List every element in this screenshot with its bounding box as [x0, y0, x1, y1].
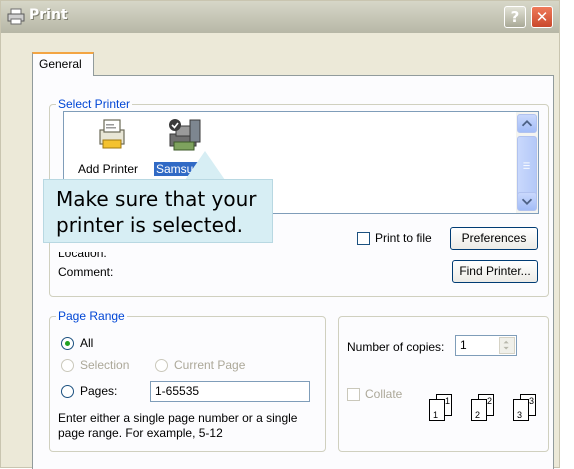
page-range-all-label[interactable]: All: [80, 336, 93, 350]
print-to-file-label[interactable]: Print to file: [375, 231, 432, 245]
spin-buttons[interactable]: [499, 337, 515, 354]
comment-label: Comment:: [58, 265, 114, 279]
callout-pointer: [185, 151, 225, 180]
page-range-title: Page Range: [56, 309, 127, 323]
page-range-selection-radio: [61, 359, 74, 372]
select-printer-title: Select Printer: [56, 97, 133, 111]
help-button[interactable]: ?: [504, 6, 526, 28]
tab-general[interactable]: General: [32, 52, 94, 76]
spin-arrows-icon: [503, 340, 509, 350]
collate-page-front-3: 3: [513, 399, 529, 421]
find-printer-button[interactable]: Find Printer...: [452, 260, 538, 283]
print-dialog: Print ? ✕ General Select Printer Add Pri…: [0, 0, 560, 469]
scroll-up-button[interactable]: [517, 114, 537, 133]
page-range-all-radio[interactable]: [61, 337, 74, 350]
copies-label: Number of copies:: [347, 340, 445, 354]
scroll-down-button[interactable]: [517, 192, 537, 211]
page-range-current-label: Current Page: [174, 358, 246, 372]
chevron-up-icon: [521, 119, 533, 127]
print-to-file-checkbox[interactable]: [357, 232, 370, 245]
copies-value: 1: [460, 338, 467, 352]
preferences-button[interactable]: Preferences: [450, 227, 538, 250]
collate-checkbox: [347, 388, 360, 401]
scroll-thumb[interactable]: [517, 136, 537, 197]
page-range-pages-label[interactable]: Pages:: [80, 384, 117, 398]
collate-label: Collate: [365, 387, 403, 401]
printer-item-add[interactable]: Add Printer: [72, 116, 152, 176]
grip-icon: [523, 162, 530, 169]
printer-item-label: Add Printer: [78, 162, 139, 176]
copies-group: [338, 316, 549, 452]
callout-line-2: printer is selected.: [56, 213, 243, 237]
page-range-pages-radio[interactable]: [61, 385, 74, 398]
callout-note: Make sure that your printer is selected.: [43, 179, 273, 243]
collate-page-front-1: 1: [429, 399, 445, 421]
pages-input[interactable]: 1-65535: [150, 381, 310, 402]
page-range-current-radio: [155, 359, 168, 372]
callout-line-1: Make sure that your: [56, 187, 257, 211]
chevron-down-icon: [521, 198, 533, 206]
collate-page-front-2: 2: [471, 399, 487, 421]
add-printer-icon: [99, 119, 125, 149]
printer-icon: [7, 8, 25, 25]
window-title: Print: [29, 7, 68, 23]
page-range-selection-label: Selection: [80, 358, 130, 372]
title-bar[interactable]: Print ? ✕: [1, 1, 559, 33]
close-button[interactable]: ✕: [531, 6, 553, 28]
page-range-hint-2: page range. For example, 5-12: [58, 426, 223, 440]
printer-list-scrollbar[interactable]: [516, 112, 538, 213]
samsung-printer-icon: [169, 119, 201, 151]
copies-stepper[interactable]: 1: [455, 335, 517, 356]
page-range-hint-1: Enter either a single page number or a s…: [58, 411, 298, 425]
